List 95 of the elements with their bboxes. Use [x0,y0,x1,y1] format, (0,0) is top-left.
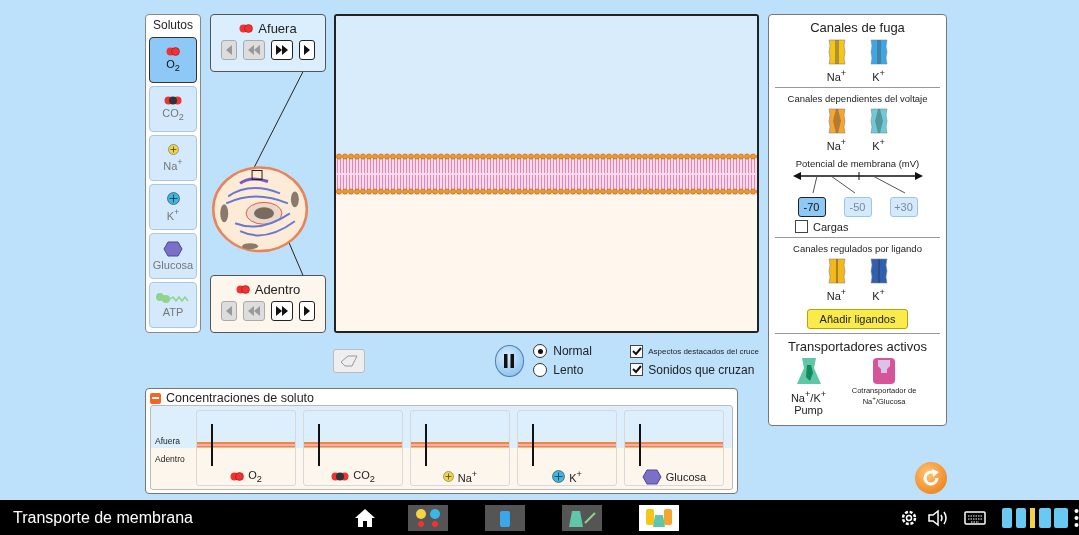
step-forward-button[interactable] [299,40,315,60]
step-forward-icon [304,306,310,316]
molecule-icon [239,24,254,33]
brand-logo-button[interactable] [1002,505,1070,530]
rewind-icon [248,306,260,316]
hexagon-icon [163,241,183,257]
speaker-icon [928,508,950,527]
screen-tab[interactable] [562,504,602,531]
molecule-icon [155,292,191,304]
channel-icon [826,106,847,135]
channel-label: Na$^{+}$ [826,136,847,152]
compartment-label: Afuera [258,21,297,36]
molecule-icon [166,46,180,56]
pump-icon [795,356,822,387]
speed-radio[interactable]: Normal [533,344,631,358]
app-title: Transporte de membrana [13,508,194,527]
channel-icon [868,106,889,135]
screen-tab[interactable] [408,504,448,531]
logo-icon [1002,505,1070,530]
ion-icon [166,192,180,206]
option-checkbox[interactable]: Aspectos destacados del cruce [630,344,759,358]
molecule-icon [164,95,182,105]
eraser-icon [339,354,358,367]
solute-label: Glucosa [665,471,707,483]
ion-icon [167,144,179,156]
channel-icon [868,38,889,66]
section-title: Canales de fuga [810,20,905,35]
fast-forward-icon [276,45,288,55]
solute-button[interactable]: K$^{+}$ [149,184,197,230]
home-button[interactable] [355,508,375,527]
potential-title: Potencial de membrana (mV) [795,158,920,170]
reset-icon [921,468,941,488]
channel-icon [826,38,847,66]
solute-button[interactable]: CO$_{2}$ [149,86,197,132]
transporter-label: Na$^{+}$/K$^{+}$ Pump [790,388,827,416]
add-ligands-button[interactable]: Añadir ligandos [806,308,909,329]
channel-icon [826,257,847,286]
section-title: Canales regulados por ligando [793,243,922,255]
home-icon [355,508,375,527]
channel-icon [868,257,889,286]
screen-thumbnail-icon [413,506,443,529]
pause-icon [504,353,515,368]
fast-forward-button[interactable] [271,40,293,60]
potential-button[interactable]: -70 [797,197,826,218]
keyboard-icon [964,510,986,525]
row-label: Afuera [155,436,182,446]
solute-button[interactable]: Na$^{+}$ [149,135,197,181]
channel-label: Na$^{+}$ [826,287,847,302]
solute-button[interactable]: ATP [149,282,197,328]
fast-forward-icon [276,306,288,316]
molecule-icon [235,285,250,294]
compartment-label: Adentro [254,282,301,297]
keyboard-button[interactable] [964,510,986,525]
step-forward-icon [304,45,310,55]
fast-forward-button[interactable] [271,301,293,321]
solute-button[interactable]: Glucosa [149,233,197,279]
screen-tab[interactable] [485,504,525,531]
solute-label: K$^{+}$ [569,469,582,484]
step-back-icon [226,306,232,316]
speed-radio[interactable]: Lento [533,363,631,377]
menu-icon [1074,507,1079,528]
channel-label: K$^{+}$ [872,287,885,302]
checkmark-icon [631,365,642,374]
channel-label: K$^{+}$ [872,68,885,83]
molecule-icon [230,472,245,482]
screen-tab[interactable] [639,504,679,531]
pause-button[interactable] [494,344,525,377]
ion-icon [442,470,454,482]
rewind-icon [248,45,260,55]
sound-button[interactable] [928,508,950,527]
row-label: Adentro [155,454,186,464]
settings-button[interactable] [900,508,918,527]
ion-icon [552,469,566,483]
screen-thumbnail-icon [644,506,674,529]
channel-label: Na$^{+}$ [826,68,847,83]
solute-label: CO$_{2}$ [353,469,375,485]
menu-button[interactable] [1074,507,1079,528]
solute-label: Na$^{+}$ [457,469,478,484]
solutes-title: Solutos [153,18,193,32]
panel-title: Concentraciones de soluto [166,391,314,405]
step-back-icon [226,45,232,55]
molecule-icon [331,472,350,482]
option-checkbox[interactable]: Sonidos que cruzan [630,362,759,377]
transporter-icon [872,356,897,385]
section-title: Transportadores activos [788,338,927,354]
checkmark-icon [631,346,642,356]
channel-label: K$^{+}$ [872,136,885,152]
solute-label: O$_{2}$ [248,469,262,485]
hexagon-icon [641,469,662,485]
charges-checkbox[interactable]: Cargas [795,220,849,234]
settings-icon [900,508,918,527]
section-title: Canales dependientes del voltaje [787,92,928,104]
solute-button[interactable]: O$_{2}$ [149,37,197,83]
step-forward-button[interactable] [299,301,315,321]
collapse-button[interactable] [150,392,161,404]
